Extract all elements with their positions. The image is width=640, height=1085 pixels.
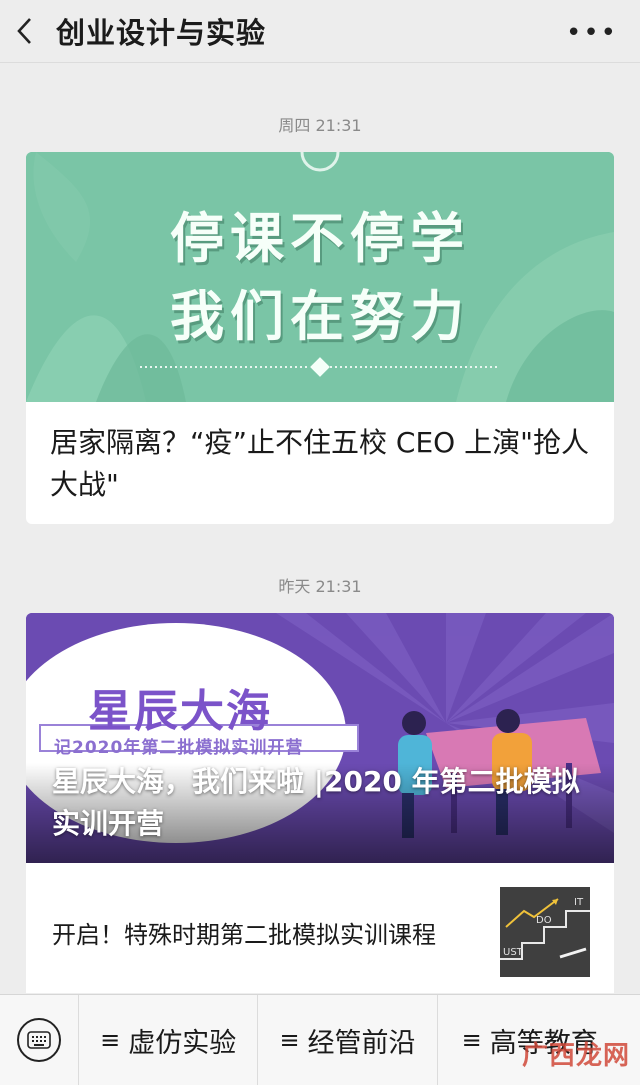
cover-image[interactable]: 星辰大海 记2020年第二批模拟实训开营 星辰大海，我们来啦 |2020 年第二… (26, 613, 614, 863)
article-headline[interactable]: 居家隔离？“疫”止不住五校 CEO 上演"抢人大战" (26, 402, 614, 524)
back-button[interactable] (0, 0, 50, 62)
cover-subtitle: 记2020年第二批模拟实训开营 (54, 738, 304, 758)
more-options-button[interactable]: ••• (566, 18, 618, 48)
top-nav-bar: 创业设计与实验 ••• (0, 0, 640, 63)
menu-lines-icon: ≡ (279, 1026, 300, 1054)
svg-text:UST: UST (503, 947, 524, 958)
list-item-title: 开启！特殊时期第二批模拟实训课程 (52, 921, 436, 949)
stairs-chalk-icon: UST DO IT (500, 887, 590, 977)
menu-item-label: 虚仿实验 (128, 1027, 237, 1059)
article-card[interactable]: 星辰大海 记2020年第二批模拟实训开营 星辰大海，我们来啦 |2020 年第二… (26, 613, 614, 994)
menu-lines-icon: ≡ (461, 1026, 482, 1054)
cover-image: 停课不停学 我们在努力 (26, 152, 614, 402)
menu-item-virtual-lab[interactable]: ≡ 虚仿实验 (79, 995, 259, 1085)
message-timestamp: 周四 21:31 (278, 116, 362, 135)
menu-lines-icon: ≡ (100, 1026, 121, 1054)
cover-line-2: 我们在努力 (170, 285, 470, 348)
site-watermark: 广西龙网 (521, 1041, 630, 1071)
cover-brand: 星辰大海 (88, 686, 272, 737)
cover-line-1: 停课不停学 (170, 207, 470, 270)
svg-text:DO: DO (536, 915, 552, 926)
article-card[interactable]: 停课不停学 我们在努力 居家隔离？“疫”止不住五校 CEO 上演"抢人大战" (26, 152, 614, 524)
list-item[interactable]: 开启！特殊时期第二批模拟实训课程 UST DO IT (26, 863, 614, 994)
keyboard-toggle-button[interactable] (0, 995, 79, 1085)
page-title: 创业设计与实验 (56, 16, 267, 50)
article-thumbnail: UST DO IT (500, 887, 590, 977)
chevron-left-icon (17, 18, 31, 44)
article-headline[interactable]: 星辰大海，我们来啦 |2020 年第二批模拟实训开营 (52, 761, 592, 845)
menu-item-label: 经管前沿 (307, 1027, 416, 1059)
svg-text:IT: IT (574, 897, 584, 908)
keyboard-icon (17, 1018, 61, 1062)
message-timestamp: 昨天 21:31 (278, 577, 362, 596)
menu-item-business-frontier[interactable]: ≡ 经管前沿 (258, 995, 438, 1085)
more-dots-icon: ••• (565, 18, 618, 48)
